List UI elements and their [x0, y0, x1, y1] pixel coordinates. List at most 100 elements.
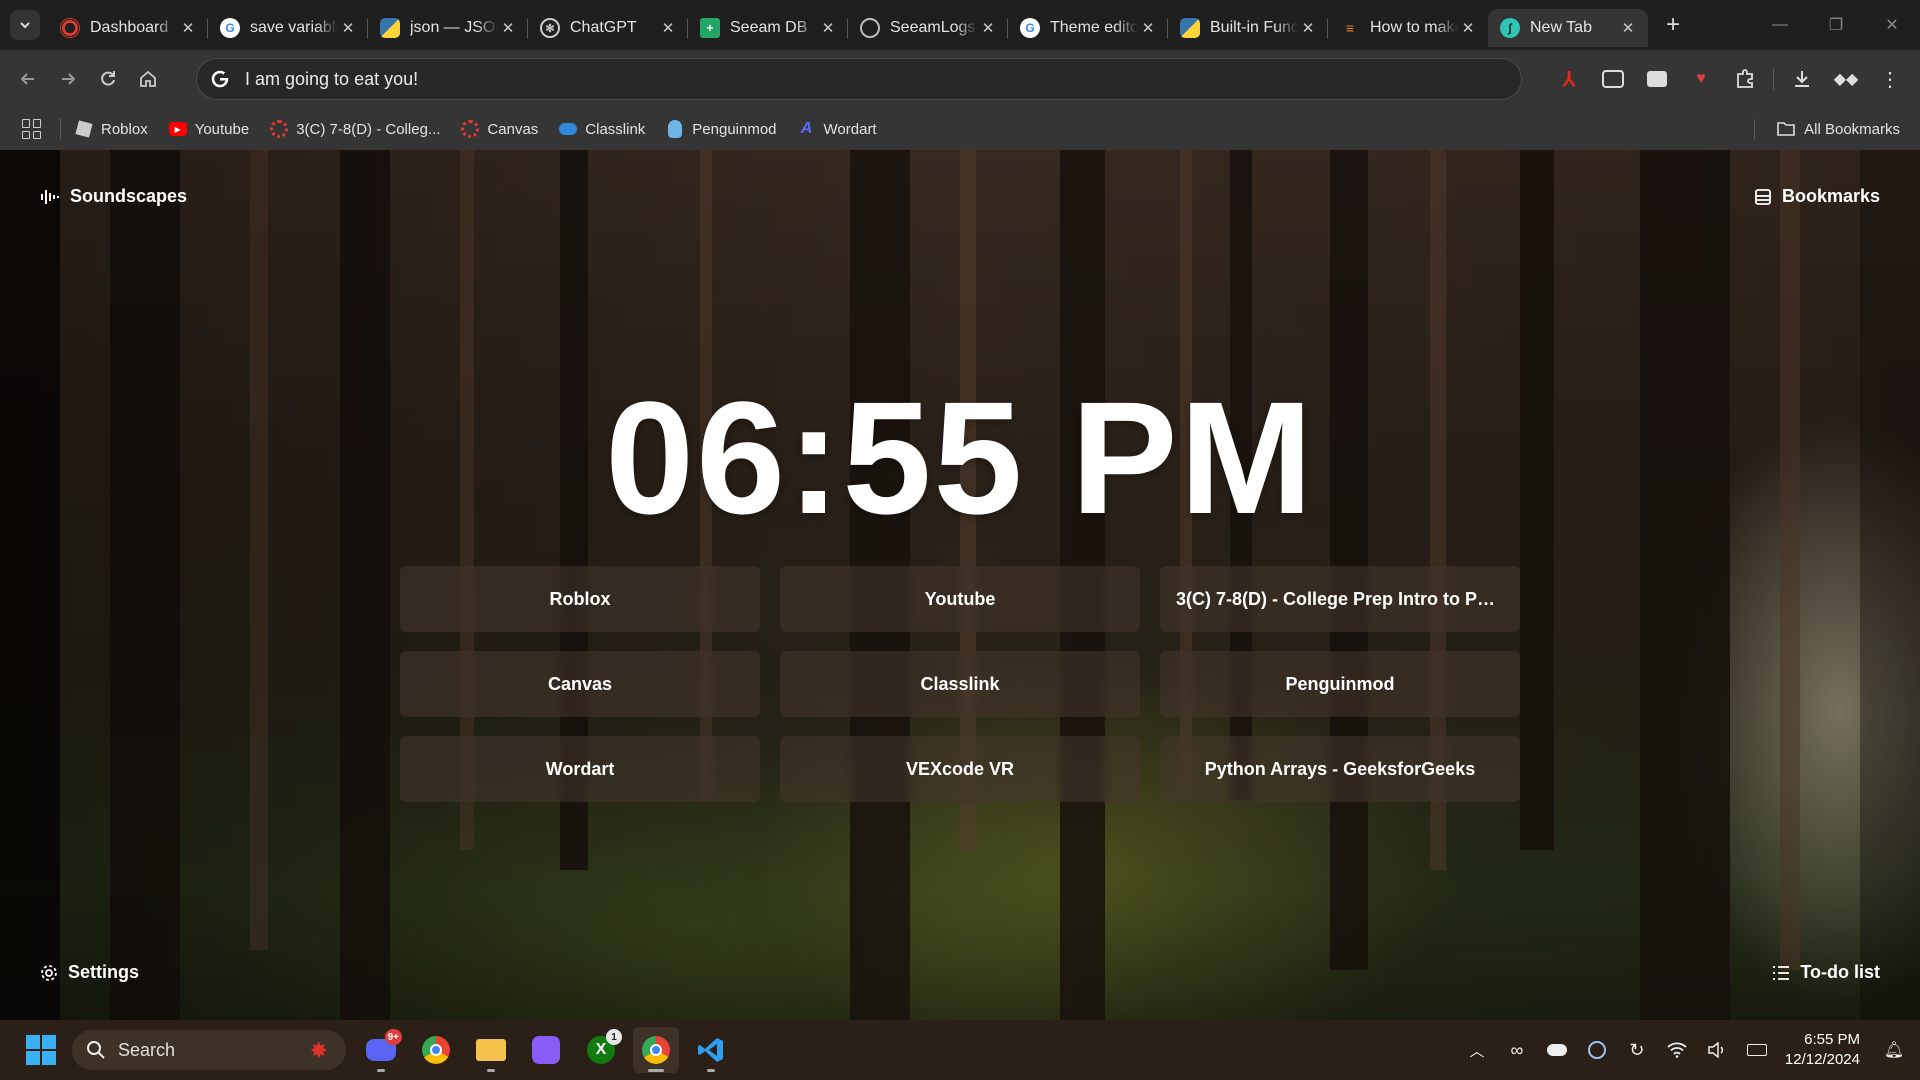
- chrome-app[interactable]: [413, 1027, 459, 1073]
- reload-button[interactable]: [88, 59, 128, 99]
- google-icon: G: [1020, 18, 1040, 38]
- notifications-button[interactable]: 🔔︎: [1874, 1030, 1914, 1070]
- onedrive-tray[interactable]: [1537, 1030, 1577, 1070]
- bookmark-label: Youtube: [194, 120, 250, 138]
- split-icon: ◆◆: [1833, 71, 1859, 88]
- quick-link[interactable]: Wordart: [400, 736, 760, 802]
- close-icon[interactable]: ✕: [178, 19, 198, 37]
- quick-link[interactable]: Classlink: [780, 651, 1140, 717]
- bookmark-penguinmod[interactable]: Penguinmod: [666, 114, 777, 144]
- extension-button[interactable]: ♥: [1679, 59, 1723, 99]
- chrome-app-active[interactable]: [633, 1027, 679, 1073]
- tab[interactable]: ✻ ChatGPT ✕: [527, 9, 688, 47]
- chrome-icon: [642, 1036, 670, 1064]
- notification-badge: 9+: [384, 1029, 402, 1045]
- home-button[interactable]: [128, 59, 168, 99]
- menu-button[interactable]: ⋮: [1868, 59, 1912, 99]
- close-icon[interactable]: ✕: [1618, 19, 1638, 37]
- new-tab-button[interactable]: +: [1658, 10, 1688, 40]
- soundscapes-button[interactable]: Soundscapes: [40, 186, 187, 207]
- divider: [1773, 68, 1774, 90]
- bookmark-youtube[interactable]: ▶ Youtube: [168, 114, 250, 144]
- tab[interactable]: + Seeam DB ✕: [687, 9, 848, 47]
- bookmark-classlink[interactable]: Classlink: [559, 114, 645, 144]
- quick-link[interactable]: VEXcode VR: [780, 736, 1140, 802]
- tab-title: json — JSON encoder: [410, 19, 498, 36]
- close-icon[interactable]: ✕: [1298, 19, 1318, 37]
- battery-tray[interactable]: [1737, 1030, 1777, 1070]
- bookmarks-button[interactable]: Bookmarks: [1754, 186, 1880, 207]
- tab[interactable]: Built-in Functions✕: [1167, 9, 1328, 47]
- close-icon[interactable]: ✕: [658, 19, 678, 37]
- extensions-menu-button[interactable]: [1723, 59, 1767, 99]
- tray-app[interactable]: ∞: [1497, 1030, 1537, 1070]
- close-icon[interactable]: ✕: [498, 19, 518, 37]
- poinsettia-icon: ✸: [309, 1038, 328, 1063]
- tab[interactable]: Dashboard ✕: [48, 9, 208, 47]
- tab[interactable]: ≡ How to make ✕: [1327, 9, 1488, 47]
- volume-tray[interactable]: [1697, 1030, 1737, 1070]
- taskbar-search[interactable]: Search ✸: [72, 1030, 346, 1070]
- restore-button[interactable]: ❐: [1808, 0, 1864, 50]
- show-hidden-icons-button[interactable]: ︿: [1457, 1030, 1497, 1070]
- close-icon[interactable]: ✕: [338, 19, 358, 37]
- tab[interactable]: G Theme editor ✕: [1007, 9, 1168, 47]
- close-icon[interactable]: ✕: [1458, 19, 1478, 37]
- close-icon[interactable]: ✕: [1138, 19, 1158, 37]
- close-window-button[interactable]: ✕: [1864, 0, 1920, 50]
- bookmark-canvas[interactable]: Canvas: [461, 114, 538, 144]
- extension-button[interactable]: [1591, 59, 1635, 99]
- photo-app[interactable]: [523, 1027, 569, 1073]
- all-bookmarks-button[interactable]: All Bookmarks: [1754, 108, 1900, 150]
- forward-button[interactable]: [48, 59, 88, 99]
- classlink-icon: [559, 120, 578, 138]
- settings-button[interactable]: Settings: [40, 962, 139, 983]
- steam-tray[interactable]: [1577, 1030, 1617, 1070]
- file-explorer-app[interactable]: [468, 1027, 514, 1073]
- taskbar-clock[interactable]: 6:55 PM 12/12/2024: [1785, 1030, 1860, 1070]
- back-button[interactable]: [8, 59, 48, 99]
- tab[interactable]: json — JSON encoder✕: [367, 9, 528, 47]
- update-tray[interactable]: ↻: [1617, 1030, 1657, 1070]
- cloud-icon: [1546, 1044, 1567, 1056]
- tab-search-button[interactable]: [10, 10, 40, 40]
- vscode-app[interactable]: [688, 1027, 734, 1073]
- quick-link[interactable]: Python Arrays - GeeksforGeeks: [1160, 736, 1520, 802]
- quick-link[interactable]: Canvas: [400, 651, 760, 717]
- close-icon[interactable]: ✕: [818, 19, 838, 37]
- notification-badge: 1: [606, 1029, 622, 1045]
- taskbar-time: 6:55 PM: [1804, 1031, 1860, 1048]
- reload-icon: [101, 71, 115, 86]
- bookmark-wordart[interactable]: A Wordart: [798, 114, 877, 144]
- close-icon[interactable]: ✕: [978, 19, 998, 37]
- side-panel-button[interactable]: ◆◆: [1824, 59, 1868, 99]
- xbox-app[interactable]: X 1: [578, 1027, 624, 1073]
- running-indicator: [377, 1069, 385, 1072]
- todo-list-button[interactable]: To-do list: [1772, 962, 1880, 983]
- quick-link[interactable]: Roblox: [400, 566, 760, 632]
- quick-link[interactable]: 3(C) 7-8(D) - College Prep Intro to Phy.…: [1160, 566, 1520, 632]
- bookmark-course[interactable]: 3(C) 7-8(D) - Colleg...: [270, 114, 440, 144]
- quick-link[interactable]: Penguinmod: [1160, 651, 1520, 717]
- bell-icon: 🔔︎: [1883, 1042, 1905, 1059]
- downloads-button[interactable]: [1780, 59, 1824, 99]
- acrobat-extension-button[interactable]: ⅄: [1547, 59, 1591, 99]
- extension-button[interactable]: [1635, 59, 1679, 99]
- bookmark-roblox[interactable]: Roblox: [75, 114, 148, 144]
- minimize-button[interactable]: —: [1752, 0, 1808, 50]
- plus-icon: +: [1665, 11, 1680, 38]
- tab-active[interactable]: ∫ New Tab ✕: [1488, 9, 1648, 47]
- tab[interactable]: Gsave variables✕: [207, 9, 368, 47]
- quick-link[interactable]: Youtube: [780, 566, 1140, 632]
- running-indicator: [707, 1069, 715, 1072]
- download-icon: [1795, 71, 1809, 87]
- address-bar[interactable]: I am going to eat you!: [196, 58, 1522, 100]
- tab[interactable]: SeeamLogs ✕: [847, 9, 1008, 47]
- tabs: Dashboard✕ Gsave variables✕ json — JSON …: [48, 0, 1648, 50]
- apps-grid-icon[interactable]: [22, 119, 42, 139]
- speaker-icon: [1708, 1042, 1723, 1058]
- gear-icon: [41, 964, 57, 981]
- discord-app[interactable]: 9+: [358, 1027, 404, 1073]
- windows-start-icon[interactable]: [26, 1035, 56, 1065]
- wifi-tray[interactable]: [1657, 1030, 1697, 1070]
